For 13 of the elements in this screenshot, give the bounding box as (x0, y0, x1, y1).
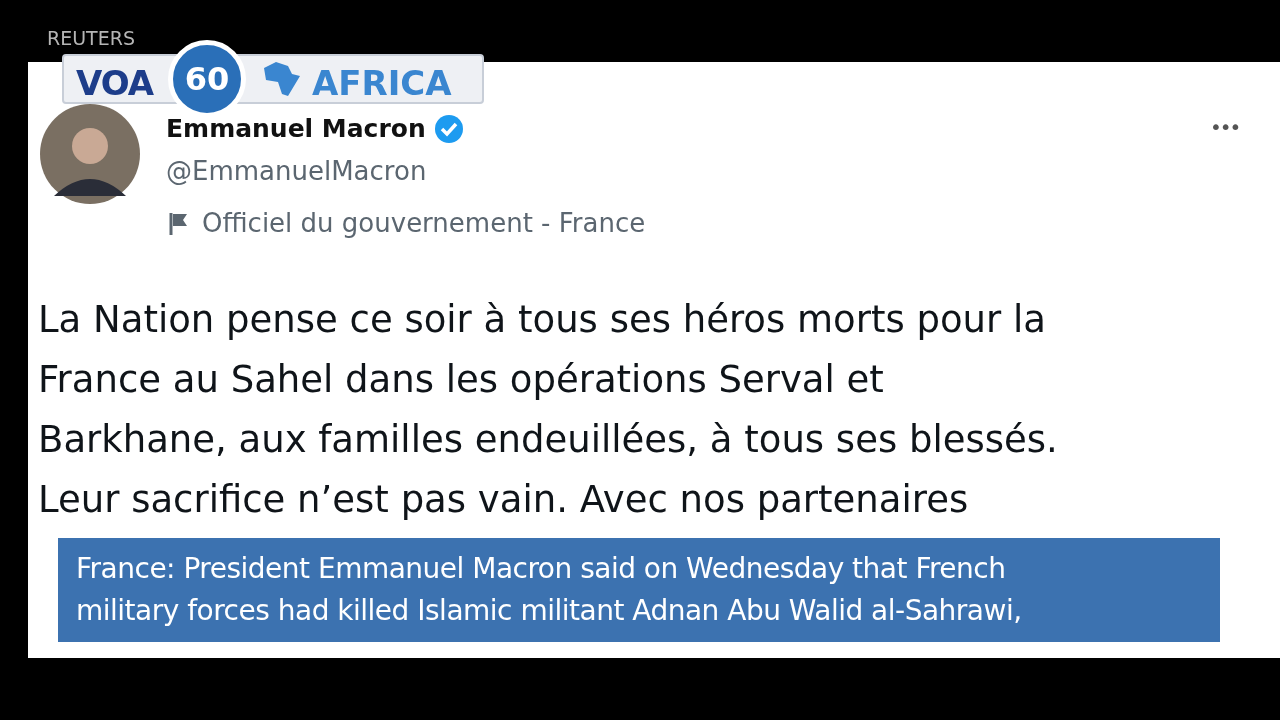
tweet-text-line: Barkhane, aux familles endeuillées, à tous ses blessés. (38, 417, 1058, 463)
account-label: Officiel du gouvernement - France (202, 207, 646, 240)
tweet-text-line: Leur sacrifice n’est pas vain. Avec nos partenaires (38, 477, 970, 523)
tweet-text-line: La Nation pense ce soir à tous ses héros morts pour la (38, 297, 1047, 343)
user-handle: @EmmanuelMacron (166, 155, 427, 188)
caption-text: military forces had killed Islamic militant Adnan Abu Walid al-Sahrawi, (76, 593, 1023, 629)
logo-letters: VOA (76, 62, 154, 105)
region-label: AFRICA (312, 62, 452, 105)
tweet-text-line: France au Sahel dans les opérations Serval et (38, 357, 885, 403)
caption-text: France: President Emmanuel Macron said on Wednesday that French (76, 551, 1007, 587)
source-label: REUTERS (47, 26, 135, 51)
flag-icon (168, 210, 190, 237)
more-menu[interactable]: ••• (1210, 112, 1240, 142)
